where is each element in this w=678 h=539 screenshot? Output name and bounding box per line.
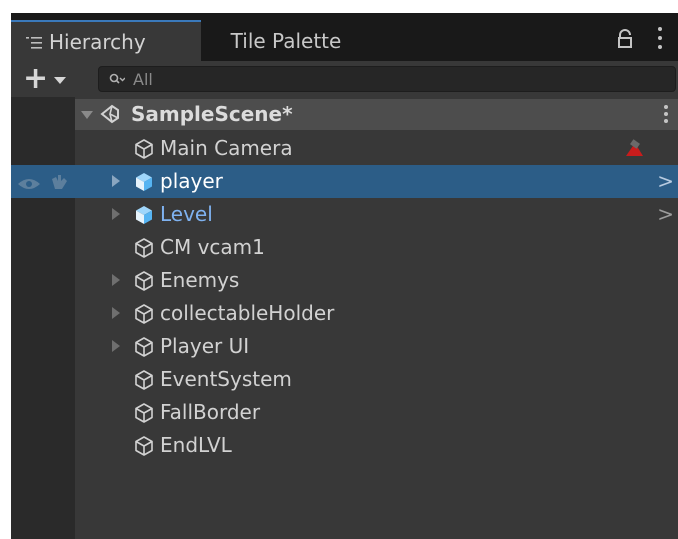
object-name: EventSystem (160, 367, 292, 391)
chevron-down-icon (54, 77, 67, 84)
fold-open-icon[interactable] (81, 111, 93, 119)
fold-closed-icon[interactable] (112, 208, 120, 220)
lock-icon[interactable] (617, 29, 633, 53)
hierarchy-item-fallborder[interactable]: FallBorder (11, 396, 678, 429)
gameobject-icon (133, 303, 155, 325)
fold-closed-icon[interactable] (112, 340, 120, 352)
unity-scene-icon (99, 103, 121, 125)
gameobject-icon (133, 336, 155, 358)
scene-menu-icon[interactable] (664, 105, 670, 123)
fold-closed-icon[interactable] (112, 307, 120, 319)
window-menu-icon[interactable] (658, 27, 664, 49)
object-name: EndLVL (160, 433, 232, 457)
object-name: Enemys (160, 268, 240, 292)
hierarchy-window: Hierarchy Tile Palette + All SampleScene… (11, 13, 678, 539)
hierarchy-list-icon (25, 33, 43, 51)
hierarchy-item-collectableholder[interactable]: collectableHolder (11, 297, 678, 330)
search-icon[interactable] (109, 72, 126, 86)
camera-gizmo-icon (623, 138, 645, 165)
gameobject-icon (133, 402, 155, 424)
tab-tile-palette[interactable]: Tile Palette (201, 20, 371, 61)
hierarchy-toolbar: + (11, 61, 678, 97)
object-name: player (160, 169, 223, 193)
hierarchy-item-main-camera[interactable]: Main Camera (11, 132, 678, 165)
chevron-right-icon[interactable]: > (657, 202, 674, 226)
object-name: CM vcam1 (160, 235, 265, 259)
hierarchy-item-cm-vcam1[interactable]: CM vcam1 (11, 231, 678, 264)
hierarchy-item-eventsystem[interactable]: EventSystem (11, 363, 678, 396)
fold-closed-icon[interactable] (112, 175, 120, 187)
prefab-icon (133, 204, 155, 226)
tab-hierarchy[interactable]: Hierarchy (11, 20, 201, 61)
hierarchy-item-enemys[interactable]: Enemys (11, 264, 678, 297)
hierarchy-item-level[interactable]: Level > (11, 198, 678, 231)
eye-icon[interactable] (17, 173, 41, 197)
tab-hierarchy-label: Hierarchy (49, 29, 146, 54)
hierarchy-item-endlvl[interactable]: EndLVL (11, 429, 678, 462)
gameobject-icon (133, 270, 155, 292)
object-name: Level (160, 202, 213, 226)
hierarchy-item-player[interactable]: player > (11, 165, 678, 198)
object-name: Main Camera (160, 136, 293, 160)
plus-icon: + (23, 61, 49, 96)
gameobject-icon (133, 237, 155, 259)
create-dropdown-button[interactable]: + (23, 64, 83, 94)
gameobject-icon (133, 138, 155, 160)
prefab-icon (133, 171, 155, 193)
search-field[interactable] (98, 66, 676, 92)
object-name: FallBorder (160, 400, 261, 424)
object-name: Player UI (160, 334, 250, 358)
tab-bar: Hierarchy Tile Palette (11, 13, 678, 61)
hierarchy-item-player-ui[interactable]: Player UI (11, 330, 678, 363)
scene-header-row[interactable]: SampleScene* (75, 99, 678, 130)
gameobject-icon (133, 435, 155, 457)
chevron-right-icon[interactable]: > (657, 169, 674, 193)
search-input[interactable] (133, 69, 633, 89)
pick-hand-icon[interactable] (49, 172, 69, 196)
object-name: collectableHolder (160, 301, 335, 325)
tab-tile-palette-label: Tile Palette (230, 28, 342, 53)
gameobject-icon (133, 369, 155, 391)
fold-closed-icon[interactable] (112, 274, 120, 286)
scene-name: SampleScene* (131, 102, 293, 126)
